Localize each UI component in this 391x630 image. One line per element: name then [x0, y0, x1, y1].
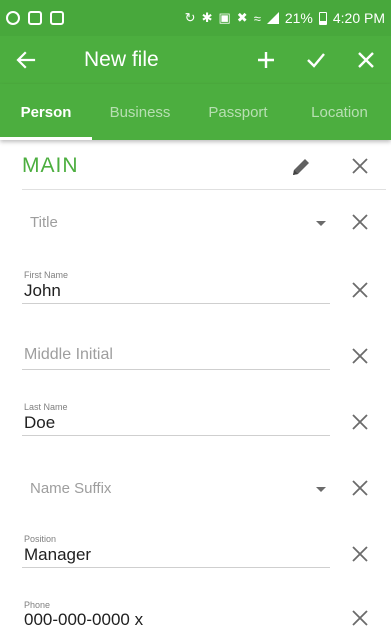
last-name-underline: [22, 435, 330, 436]
last-name-label: Last Name: [24, 402, 68, 412]
first-name-field[interactable]: First Name John: [0, 258, 391, 324]
tab-person[interactable]: Person: [0, 84, 92, 140]
signal-icon: [266, 12, 279, 24]
close-icon: [352, 214, 368, 230]
first-name-label: First Name: [24, 270, 69, 280]
clear-phone-button[interactable]: [346, 604, 374, 630]
check-icon: [307, 53, 325, 68]
title-placeholder: Title: [30, 214, 58, 231]
first-name-underline: [22, 303, 330, 304]
nfc-icon: ▣: [218, 10, 231, 25]
close-icon: [352, 480, 368, 496]
add-button[interactable]: [241, 36, 291, 84]
remove-section-button[interactable]: [346, 152, 374, 180]
close-icon: [358, 52, 374, 68]
image-notification-icon: [28, 11, 42, 25]
sync-icon: ↻: [184, 10, 196, 25]
close-icon: [352, 282, 368, 298]
status-time: 4:20 PM: [332, 10, 385, 26]
clear-name-suffix-button[interactable]: [346, 474, 374, 502]
first-name-value[interactable]: John: [24, 281, 61, 301]
status-bar: ↻ ✱ ▣ ✖ ≈ 21% 4:20 PM: [0, 0, 391, 36]
position-underline: [22, 567, 330, 568]
chevron-down-icon[interactable]: [316, 487, 326, 492]
pencil-icon: [293, 159, 309, 175]
name-suffix-placeholder: Name Suffix: [30, 480, 112, 497]
app-toolbar: New file: [0, 36, 391, 84]
tab-passport[interactable]: Passport: [188, 84, 288, 140]
close-button[interactable]: [341, 36, 391, 84]
system-indicators: ↻ ✱ ▣ ✖ ≈ 21% 4:20 PM: [185, 10, 385, 26]
middle-initial-field[interactable]: Middle Initial: [0, 324, 391, 390]
settings-notification-icon: [6, 11, 20, 25]
last-name-field[interactable]: Last Name Doe: [0, 390, 391, 456]
middle-initial-placeholder: Middle Initial: [24, 346, 113, 363]
tab-bar: Person Business Passport Location: [0, 84, 391, 140]
middle-initial-underline: [22, 369, 330, 370]
clear-middle-initial-button[interactable]: [346, 342, 374, 370]
position-label: Position: [24, 534, 57, 544]
clear-last-name-button[interactable]: [346, 408, 374, 436]
position-value[interactable]: Manager: [24, 545, 91, 565]
clear-title-button[interactable]: [346, 208, 374, 236]
section-divider: [22, 189, 386, 190]
last-name-value[interactable]: Doe: [24, 413, 55, 433]
position-field[interactable]: Position Manager: [0, 522, 391, 588]
tab-location[interactable]: Location: [288, 84, 391, 140]
wifi-icon: ≈: [253, 10, 261, 26]
bluetooth-icon: ✱: [201, 10, 213, 25]
battery-percent: 21%: [284, 10, 313, 26]
title-select[interactable]: Title: [0, 192, 391, 258]
clear-first-name-button[interactable]: [346, 276, 374, 304]
plus-icon: [258, 52, 274, 68]
close-icon: [352, 610, 368, 626]
section-header: MAIN: [0, 140, 391, 192]
section-title: MAIN: [22, 154, 79, 177]
edit-section-button[interactable]: [288, 154, 314, 180]
close-icon: [352, 414, 368, 430]
page-title: New file: [84, 48, 159, 71]
close-icon: [352, 546, 368, 562]
phone-label: Phone: [24, 600, 51, 610]
chevron-down-icon[interactable]: [316, 221, 326, 226]
calendar-notification-icon: [50, 11, 64, 25]
clear-position-button[interactable]: [346, 540, 374, 568]
battery-icon: [318, 11, 327, 25]
save-button[interactable]: [291, 36, 341, 84]
phone-value[interactable]: 000-000-0000 x: [24, 610, 143, 630]
back-button[interactable]: [0, 36, 56, 84]
notification-icons: [6, 11, 64, 25]
arrow-left-icon: [16, 51, 36, 69]
phone-field[interactable]: Phone 000-000-0000 x: [0, 588, 391, 630]
close-icon: [352, 158, 368, 174]
tab-business[interactable]: Business: [92, 84, 188, 140]
close-icon: [352, 348, 368, 364]
mute-icon: ✖: [236, 10, 248, 25]
name-suffix-select[interactable]: Name Suffix: [0, 456, 391, 522]
